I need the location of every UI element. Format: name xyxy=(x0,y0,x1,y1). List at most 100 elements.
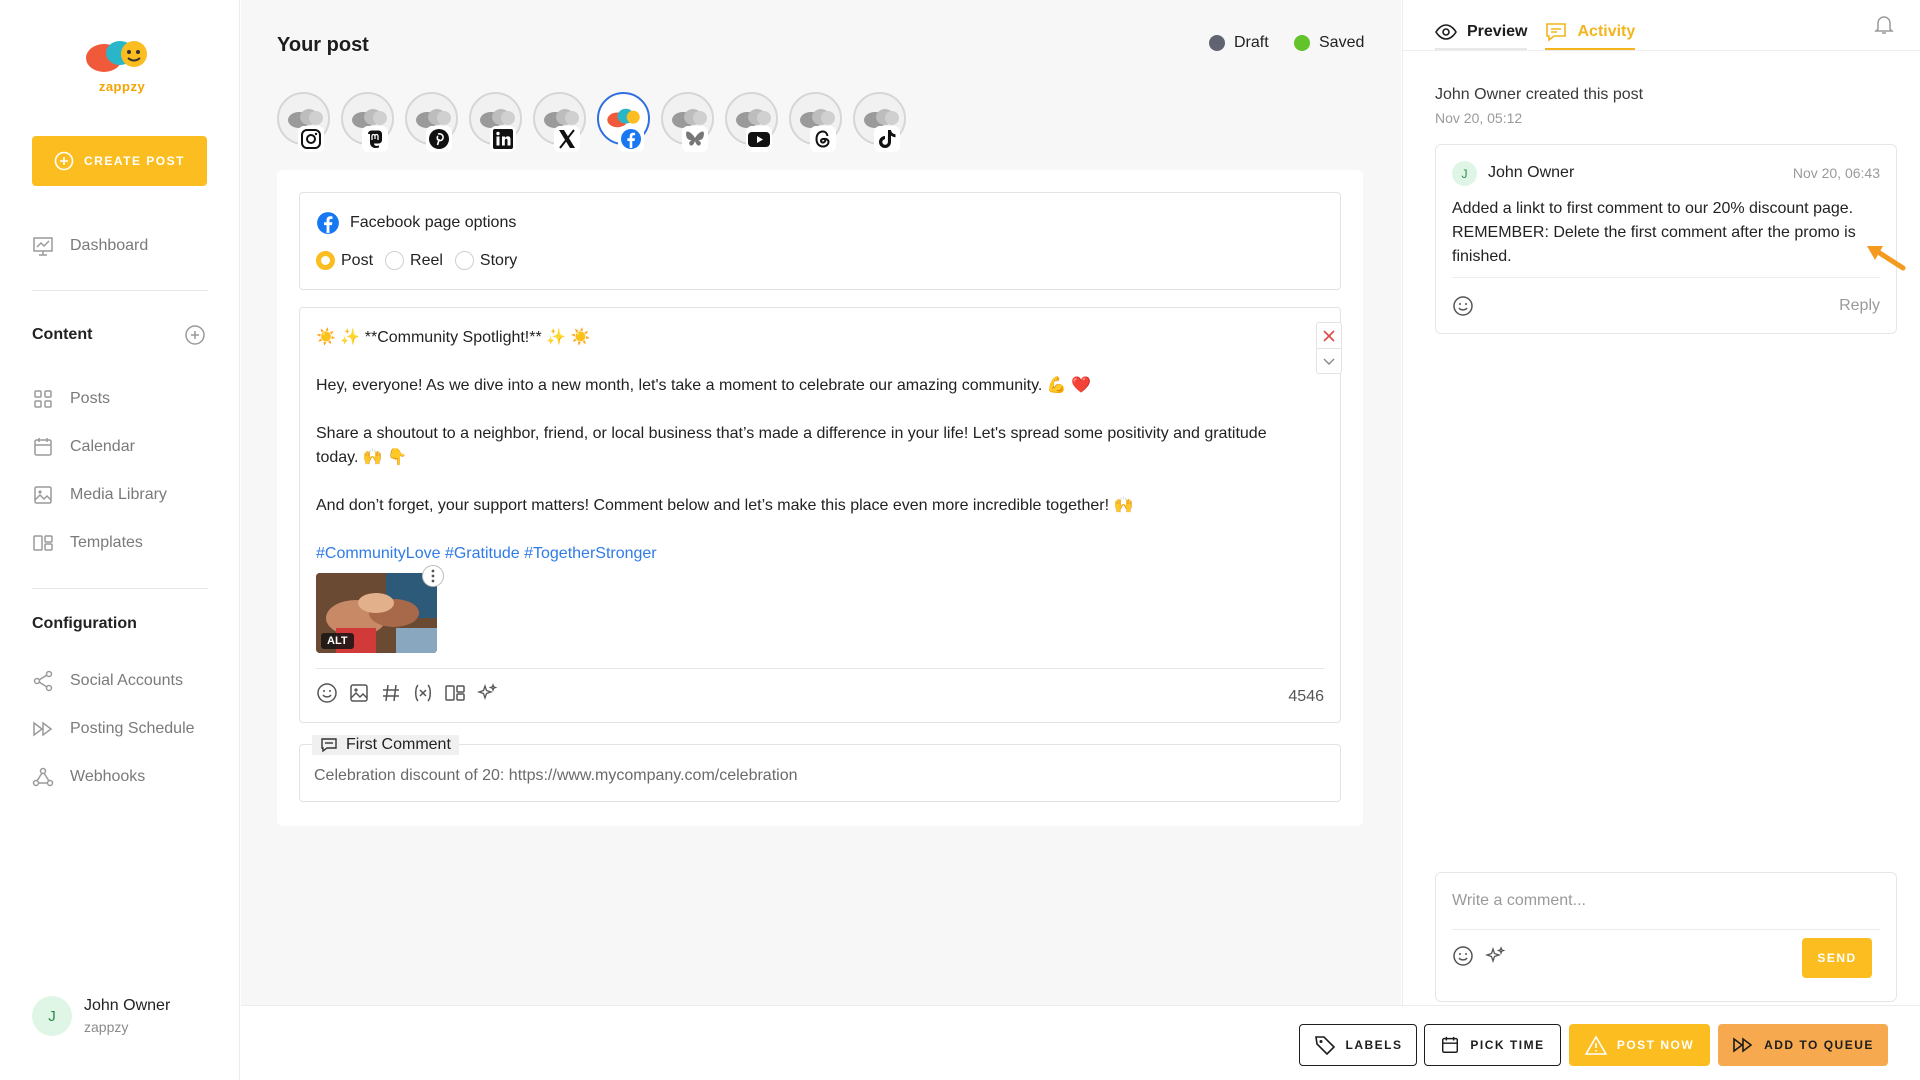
saved-dot xyxy=(1294,35,1310,51)
emoji-button[interactable] xyxy=(316,682,338,704)
variables-button[interactable] xyxy=(412,682,434,704)
post-line: Share a shoutout to a neighbor, friend, … xyxy=(316,425,1267,466)
collapse-button[interactable] xyxy=(1317,348,1341,373)
post-line: ☀️ ✨ **Community Spotlight!** ✨ ☀️ xyxy=(316,329,591,346)
sparkles-icon[interactable] xyxy=(1484,945,1506,967)
post-card: Facebook page options Post Reel Story ☀️… xyxy=(277,170,1363,826)
pick-time-button[interactable]: PICK TIME xyxy=(1424,1024,1561,1066)
account-tiktok[interactable] xyxy=(853,92,906,152)
account-bluesky[interactable] xyxy=(661,92,714,152)
attached-image[interactable]: ALT xyxy=(316,573,437,653)
account-mastodon[interactable] xyxy=(341,92,394,152)
post-text[interactable]: ☀️ ✨ **Community Spotlight!** ✨ ☀️ Hey, … xyxy=(316,326,1296,590)
tab-preview-label: Preview xyxy=(1467,23,1528,40)
ai-assist-button[interactable] xyxy=(476,682,498,704)
templates-button[interactable] xyxy=(444,682,466,704)
account-threads[interactable] xyxy=(789,92,842,152)
comment-divider xyxy=(1452,277,1880,278)
account-pinterest[interactable] xyxy=(405,92,458,152)
tab-preview[interactable]: Preview xyxy=(1435,16,1528,50)
account-youtube[interactable] xyxy=(725,92,778,152)
first-comment-text[interactable]: Celebration discount of 20: https://www.… xyxy=(314,767,798,785)
calendar-icon xyxy=(34,438,52,456)
webhook-icon xyxy=(32,767,54,787)
sidebar-item-posting-schedule[interactable]: Posting Schedule xyxy=(32,716,195,742)
comment-author: John Owner xyxy=(1488,164,1575,181)
share-icon xyxy=(33,670,53,692)
page-title: Your post xyxy=(277,34,369,56)
emoji-icon[interactable] xyxy=(1452,945,1474,967)
radio-post-dot[interactable] xyxy=(316,251,335,270)
remove-button[interactable] xyxy=(1317,323,1341,348)
account-facebook[interactable] xyxy=(597,92,650,152)
add-media-button[interactable] xyxy=(348,682,370,704)
account-linkedin[interactable] xyxy=(469,92,522,152)
social-account-selector xyxy=(277,92,906,152)
bell-icon[interactable] xyxy=(1872,12,1896,36)
radio-reel[interactable]: Reel xyxy=(385,251,443,270)
radio-story[interactable]: Story xyxy=(454,251,517,270)
post-text-editor[interactable]: ☀️ ✨ **Community Spotlight!** ✨ ☀️ Hey, … xyxy=(299,307,1342,723)
sidebar-item-social-accounts[interactable]: Social Accounts xyxy=(32,668,183,694)
post-type-radio-group: Post Reel Story xyxy=(316,251,517,270)
labels-button[interactable]: LABELS xyxy=(1299,1024,1417,1066)
image-icon xyxy=(350,684,368,702)
post-hashtags[interactable]: #CommunityLove #Gratitude #TogetherStron… xyxy=(316,542,1296,566)
plus-circle-icon xyxy=(54,151,74,171)
user-profile[interactable]: J John Owner zappzy xyxy=(32,996,170,1036)
sidebar-item-label: Webhooks xyxy=(70,768,146,785)
radio-reel-dot[interactable] xyxy=(385,251,405,270)
account-instagram[interactable] xyxy=(277,92,330,152)
sidebar-item-templates[interactable]: Templates xyxy=(32,530,143,556)
hashtag-button[interactable] xyxy=(380,682,402,704)
emoji-icon[interactable] xyxy=(1452,295,1474,317)
threads-icon xyxy=(815,130,830,148)
sidebar: zappzy CREATE POST Dashboard Content Pos… xyxy=(0,0,240,1080)
tiktok-icon xyxy=(879,130,896,148)
editor-divider xyxy=(316,668,1324,669)
arrow-pointer-icon xyxy=(1867,246,1906,271)
close-icon xyxy=(1323,329,1335,342)
alt-text-badge[interactable]: ALT xyxy=(321,633,354,649)
image-menu-button[interactable] xyxy=(422,565,444,587)
sidebar-item-dashboard[interactable]: Dashboard xyxy=(32,233,148,259)
first-comment-label: First Comment xyxy=(346,736,451,753)
dashboard-icon xyxy=(33,237,53,256)
composer-divider xyxy=(1452,929,1880,930)
sidebar-item-webhooks[interactable]: Webhooks xyxy=(32,764,145,790)
add-content-icon[interactable] xyxy=(184,324,206,346)
comment-composer: SEND xyxy=(1435,872,1897,1002)
create-post-label: CREATE POST xyxy=(84,154,185,168)
x-icon xyxy=(559,129,575,149)
first-comment-field[interactable]: First Comment Celebration discount of 20… xyxy=(299,735,1341,802)
radio-story-dot[interactable] xyxy=(454,251,474,270)
add-to-queue-button[interactable]: ADD TO QUEUE xyxy=(1718,1024,1888,1066)
avatar: J xyxy=(32,996,72,1036)
radio-post-label: Post xyxy=(341,251,374,269)
draft-label: Draft xyxy=(1234,34,1269,51)
radio-post[interactable]: Post xyxy=(316,251,373,270)
post-line: Hey, everyone! As we dive into a new mon… xyxy=(316,377,1092,394)
post-now-button[interactable]: POST NOW xyxy=(1569,1024,1710,1066)
pick-time-button-label: PICK TIME xyxy=(1470,1038,1545,1052)
labels-button-label: LABELS xyxy=(1345,1038,1403,1052)
zappzy-logo[interactable]: zappzy xyxy=(82,36,162,94)
workspace-name: zappzy xyxy=(84,1019,129,1035)
create-post-button[interactable]: CREATE POST xyxy=(32,136,207,186)
fast-forward-icon xyxy=(1733,1037,1753,1053)
comment-input[interactable] xyxy=(1452,887,1872,915)
account-x[interactable] xyxy=(533,92,586,152)
sidebar-item-label: Posts xyxy=(70,390,111,407)
sidebar-item-media-library[interactable]: Media Library xyxy=(32,482,167,508)
tab-activity[interactable]: Activity xyxy=(1545,16,1636,50)
sidebar-item-calendar[interactable]: Calendar xyxy=(32,434,135,460)
comment-date: Nov 20, 06:43 xyxy=(1792,165,1880,181)
sidebar-item-label: Social Accounts xyxy=(70,672,183,689)
reply-button[interactable]: Reply xyxy=(1839,297,1880,315)
sidebar-item-posts[interactable]: Posts xyxy=(32,386,110,412)
content-section-title: Content xyxy=(32,326,93,343)
draft-dot xyxy=(1209,35,1225,51)
more-vertical-icon xyxy=(431,569,435,583)
sparkles-icon xyxy=(476,683,498,701)
send-button[interactable]: SEND xyxy=(1802,938,1872,978)
